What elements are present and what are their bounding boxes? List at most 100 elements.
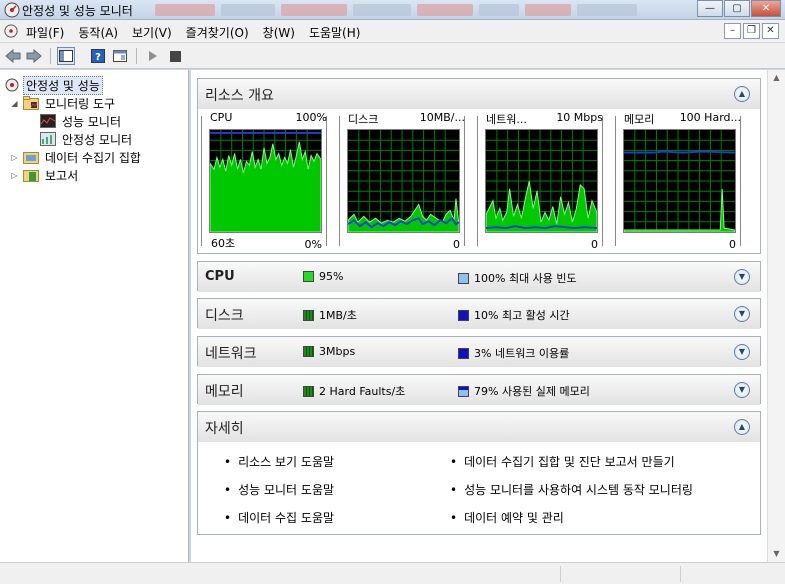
start-button[interactable] (144, 47, 162, 65)
tree-item-reliability-monitor[interactable]: 안정성 모니터 (40, 130, 135, 148)
stop-button[interactable] (166, 47, 184, 65)
menu-help[interactable]: 도움말(H) (309, 24, 361, 41)
memory-graph: 메모리 100 Hard... 0 (615, 111, 741, 251)
reports-folder-icon (23, 167, 39, 183)
memory-graph-canvas (623, 129, 736, 233)
details-section-header[interactable]: 자세히 ▲ (198, 412, 760, 442)
link-schedule-manage-data[interactable]: • 데이터 예약 및 관리 (450, 509, 564, 526)
menu-window[interactable]: 창(W) (263, 24, 295, 41)
tree-item-reliability-performance[interactable]: 안정성 및 성능 (4, 75, 103, 95)
stat-value: 2 Hard Faults/초 (319, 385, 406, 398)
link-data-collection-help[interactable]: • 데이터 수집 도움말 (224, 509, 334, 526)
tree-item-data-collector-sets[interactable]: ▷ 데이터 수집기 집합 (10, 148, 144, 166)
stat-value: 95% (319, 270, 344, 283)
stop-icon (169, 50, 181, 62)
collapse-icon[interactable]: ▲ (734, 86, 750, 102)
memory-used-stat: 79% 사용된 실제 메모리 (458, 383, 590, 399)
menu-favorites[interactable]: 즐겨찾기(O) (186, 24, 249, 41)
monitor-gauge-icon (4, 2, 20, 18)
cpu-graph-canvas (209, 129, 322, 233)
monitor-gauge-icon[interactable] (4, 24, 18, 38)
tree-item-performance-monitor[interactable]: 성능 모니터 (40, 112, 124, 130)
scroll-up-icon[interactable]: ▲ (768, 70, 785, 86)
console-tree: 안정성 및 성능 ◢ 모니터링 도구 성능 모니터 안정성 모니터 ▷ 데이터 … (0, 70, 189, 562)
graph-max: 10MB/... (419, 111, 465, 124)
toolbar-separator (136, 48, 137, 64)
graph-min: 0 (729, 238, 736, 251)
toolbar: ? (0, 43, 785, 69)
section-title: 메모리 (205, 384, 244, 400)
properties-icon (113, 50, 127, 62)
forward-button[interactable] (25, 47, 43, 65)
expand-icon[interactable]: ▼ (734, 306, 750, 322)
menu-file[interactable]: 파일(F) (26, 24, 64, 41)
graph-label: CPU (210, 111, 233, 124)
section-title: 자세히 (205, 421, 244, 437)
properties-button[interactable] (111, 47, 129, 65)
section-title: 디스크 (205, 308, 244, 324)
stat-value: 100% 최대 사용 빈도 (474, 272, 577, 285)
cpu-section-header[interactable]: CPU 95% 100% 최대 사용 빈도 ▼ (198, 262, 760, 292)
show-hide-console-tree-button[interactable] (57, 47, 75, 65)
bullet-icon: • (450, 483, 458, 497)
bullet-icon: • (224, 455, 232, 469)
collapse-icon[interactable]: ▲ (734, 419, 750, 435)
expand-icon[interactable]: ▼ (734, 269, 750, 285)
status-divider (560, 566, 561, 582)
minimize-window-button[interactable]: — (697, 0, 723, 17)
folder-chart-icon (23, 95, 39, 111)
expanded-arrow-icon[interactable]: ◢ (10, 99, 19, 108)
green-swatch-icon (303, 309, 314, 321)
disk-section-header[interactable]: 디스크 1MB/초 10% 최고 활성 시간 ▼ (198, 299, 760, 329)
link-label[interactable]: 성능 모니터 도움말 (238, 483, 334, 497)
link-label[interactable]: 성능 모니터를 사용하여 시스템 동작 모니터링 (464, 483, 693, 497)
section-title: 리소스 개요 (205, 88, 274, 104)
link-label[interactable]: 데이터 예약 및 관리 (464, 511, 564, 525)
green-swatch-icon (303, 346, 314, 357)
mdi-minimize-button[interactable]: – (724, 23, 741, 39)
mdi-close-button[interactable]: ✕ (762, 23, 779, 39)
collapsed-arrow-icon[interactable]: ▷ (10, 171, 19, 180)
vertical-scrollbar[interactable]: ▲ ▼ (767, 70, 785, 562)
window-title: 안정성 및 성능 모니터 (22, 4, 133, 18)
scroll-down-icon[interactable]: ▼ (768, 546, 785, 562)
network-graph-canvas (485, 129, 598, 233)
link-label[interactable]: 데이터 수집기 집합 및 진단 보고서 만들기 (464, 455, 675, 469)
green-swatch-icon (303, 385, 314, 397)
graph-max: 100% (295, 111, 327, 124)
disk-graph-canvas (347, 129, 460, 233)
tree-item-label: 안정성 및 성능 (23, 75, 103, 95)
link-label[interactable]: 데이터 수집 도움말 (238, 511, 334, 525)
performance-chart-icon (40, 113, 56, 129)
bullet-icon: • (224, 483, 232, 497)
network-section-header[interactable]: 네트워크 3Mbps 3% 네트워크 이용률 ▼ (198, 337, 760, 367)
monitor-gauge-icon (4, 77, 20, 93)
details-section: 자세히 ▲ • 리소스 보기 도움말 • 데이터 수집기 집합 및 진단 보고서 만… (197, 411, 761, 535)
link-resource-view-help[interactable]: • 리소스 보기 도움말 (224, 453, 334, 470)
expand-icon[interactable]: ▼ (734, 344, 750, 360)
collapsed-arrow-icon[interactable]: ▷ (10, 153, 19, 162)
close-window-button[interactable]: ✕ (751, 0, 781, 17)
link-label[interactable]: 리소스 보기 도움말 (238, 455, 334, 469)
tree-item-monitoring-tools[interactable]: ◢ 모니터링 도구 (10, 94, 118, 112)
mdi-restore-button[interactable]: ❐ (743, 23, 760, 39)
expand-icon[interactable]: ▼ (734, 382, 750, 398)
disk-section: 디스크 1MB/초 10% 최고 활성 시간 ▼ (197, 298, 761, 329)
help-button[interactable]: ? (89, 47, 107, 65)
maximize-window-button[interactable]: ▢ (724, 0, 750, 17)
menu-action[interactable]: 동작(A) (78, 24, 118, 41)
tree-item-reports[interactable]: ▷ 보고서 (10, 166, 81, 184)
light-blue-swatch-icon (458, 272, 469, 284)
link-create-data-collector-set[interactable]: • 데이터 수집기 집합 및 진단 보고서 만들기 (450, 453, 675, 470)
link-monitor-system-activity[interactable]: • 성능 모니터를 사용하여 시스템 동작 모니터링 (450, 481, 693, 498)
memory-section: 메모리 2 Hard Faults/초 79% 사용된 실제 메모리 ▼ (197, 374, 761, 405)
title-bar: 안정성 및 성능 모니터 — ▢ ✕ (0, 0, 785, 20)
memory-section-header[interactable]: 메모리 2 Hard Faults/초 79% 사용된 실제 메모리 ▼ (198, 375, 760, 405)
stat-value: 3Mbps (319, 345, 356, 358)
play-icon (149, 51, 157, 61)
tree-item-label: 모니터링 도구 (45, 96, 116, 111)
link-performance-monitor-help[interactable]: • 성능 모니터 도움말 (224, 481, 334, 498)
menu-view[interactable]: 보기(V) (132, 24, 172, 41)
back-button[interactable] (4, 47, 22, 65)
resource-overview-header[interactable]: 리소스 개요 ▲ (198, 79, 760, 109)
